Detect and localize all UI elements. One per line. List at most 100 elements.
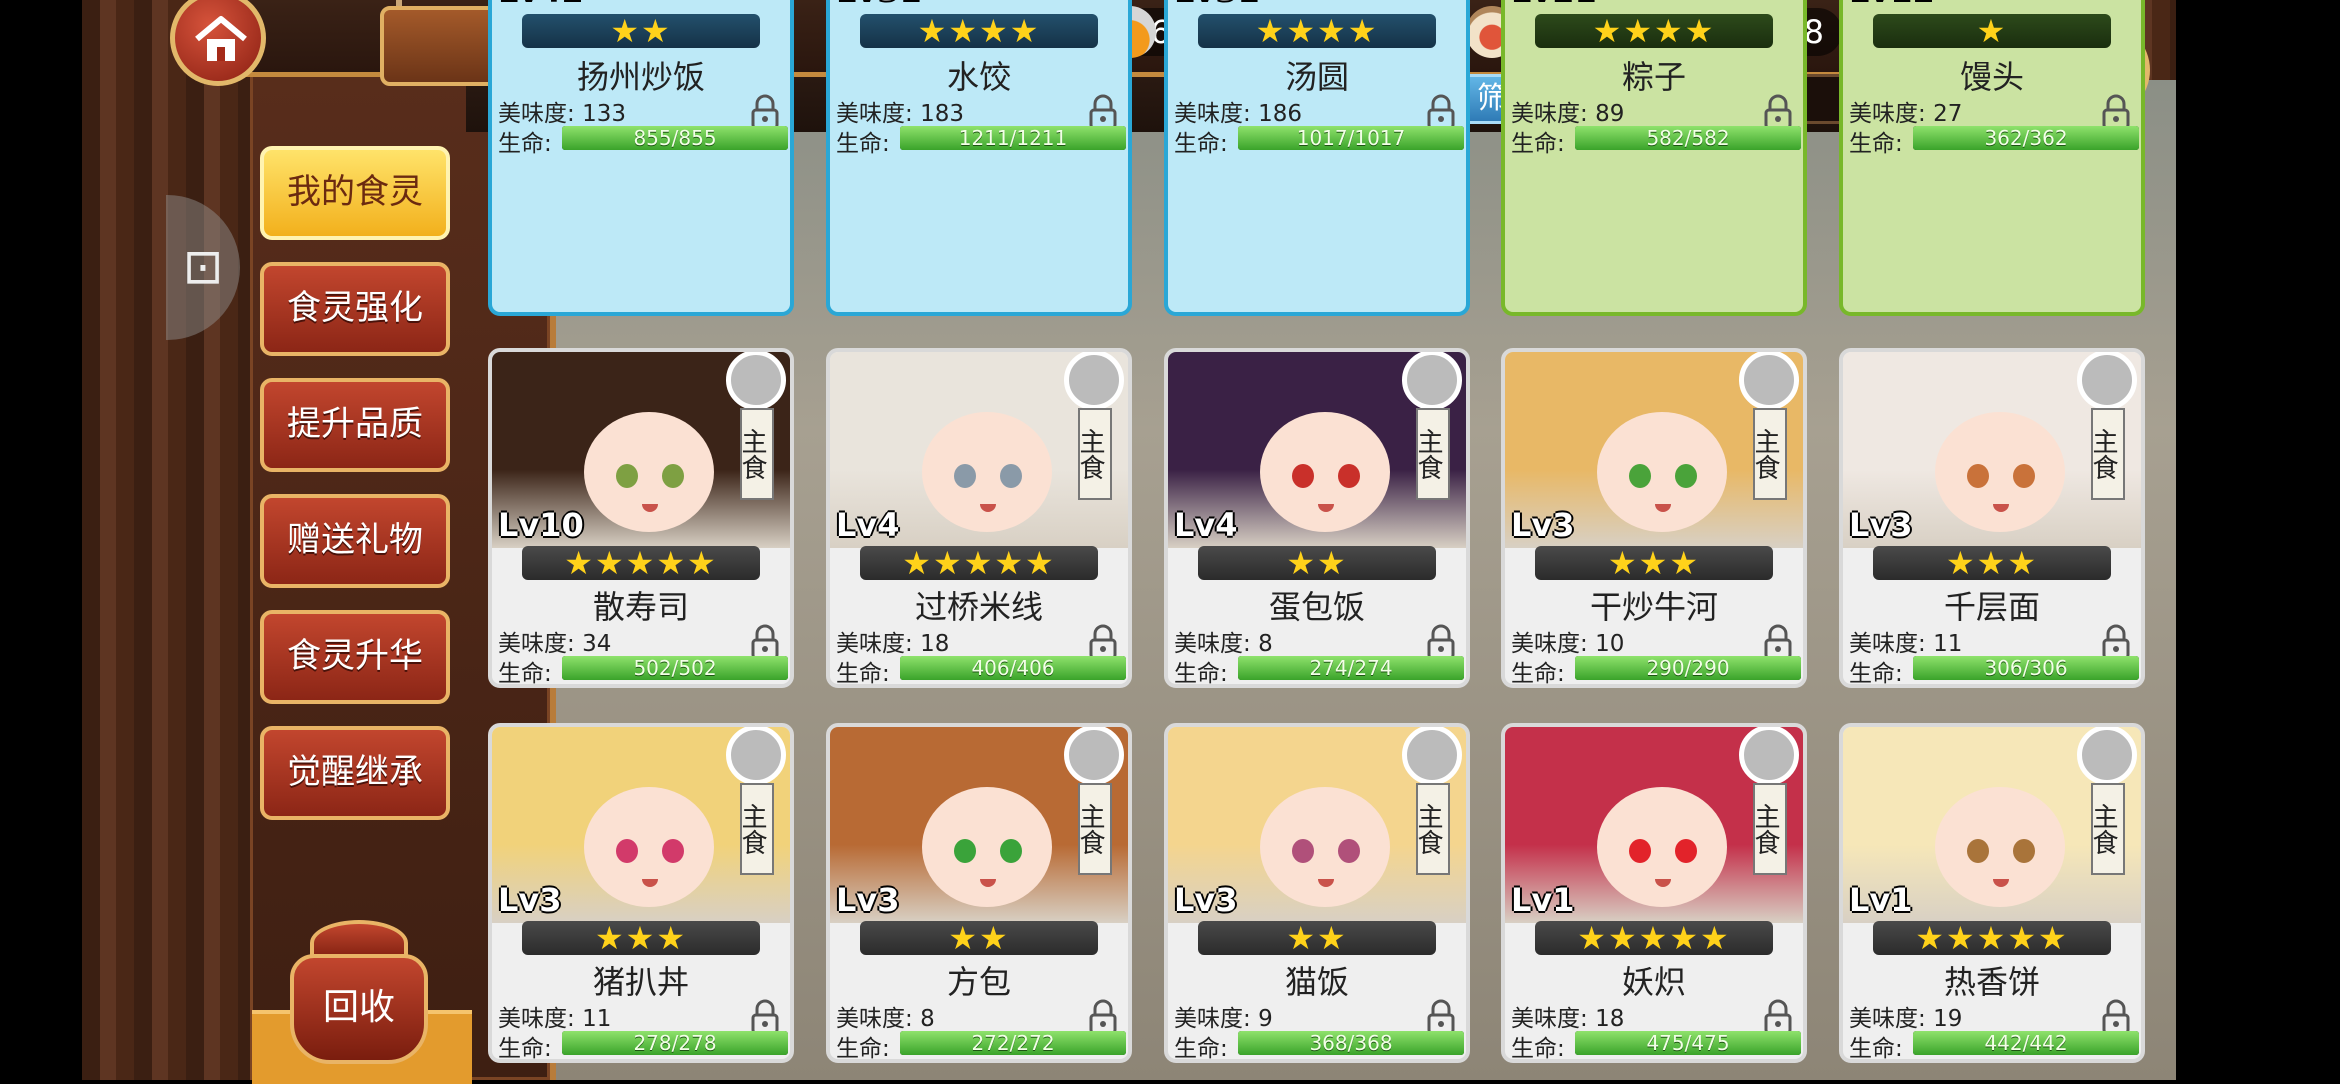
hp-bar: 502/502 (562, 656, 788, 680)
bowl-icon (726, 352, 786, 410)
lock-icon[interactable] (1426, 624, 1456, 660)
hp-value: 306/306 (1984, 656, 2068, 680)
taste-stat: 美味度: 19 (1849, 999, 1962, 1033)
character-card[interactable]: Lv12 ★ 馒头美味度: 27 生命: 362/362 (1839, 0, 2145, 316)
character-level: Lv10 (498, 506, 584, 544)
menu-item-5[interactable]: 食灵升华 (260, 610, 450, 704)
taste-value: 11 (1933, 631, 1963, 657)
character-eye (616, 464, 638, 488)
character-eye (1292, 464, 1314, 488)
character-card[interactable]: Lv42 ★★ 扬州炒饭美味度: 133 生命: 855/855 (488, 0, 794, 316)
lock-icon[interactable] (2101, 999, 2131, 1035)
character-level: Lv3 (1511, 506, 1575, 544)
character-name: 汤圆 (1284, 58, 1349, 96)
hp-label: 生命: (836, 661, 890, 687)
taste-stat: 美味度: 18 (1511, 999, 1624, 1033)
character-card[interactable]: 主食 Lv3 ★★★ 千层面 美味度: 11 生命: 306/306 (1839, 348, 2145, 688)
character-level: Lv42 (498, 0, 584, 8)
menu-item-6[interactable]: 觉醒继承 (260, 726, 450, 820)
lock-icon[interactable] (750, 94, 780, 130)
hp-label: 生命: (1849, 661, 1903, 687)
lock-icon[interactable] (1088, 94, 1118, 130)
character-eye (2013, 839, 2035, 863)
staple-badge: 主食 (1064, 727, 1124, 877)
bowl-icon (1064, 352, 1124, 410)
hp-label: 生命: (1511, 661, 1565, 687)
character-card[interactable]: Lv21 ★★★★ 粽子美味度: 89 生命: 582/582 (1501, 0, 1807, 316)
hp-bar: 1017/1017 (1238, 126, 1464, 150)
character-level: Lv4 (1174, 506, 1238, 544)
taste-stat: 美味度: 10 (1511, 624, 1624, 658)
taste-value: 18 (920, 631, 950, 657)
lock-icon[interactable] (750, 999, 780, 1035)
character-card[interactable]: Lv31 ★★★★ 汤圆美味度: 186 生命: 1017/1017 (1164, 0, 1470, 316)
hp-bar: 406/406 (900, 656, 1126, 680)
hp-value: 475/475 (1646, 1031, 1730, 1055)
character-card[interactable]: 主食 Lv1 ★★★★★ 热香饼 美味度: 19 生命: 442/442 (1839, 723, 2145, 1063)
character-eye (1629, 839, 1651, 863)
home-icon (195, 16, 247, 61)
lock-icon[interactable] (1426, 94, 1456, 130)
lock-icon[interactable] (750, 624, 780, 660)
character-name: 馒头 (1959, 58, 2024, 96)
lock-icon[interactable] (1088, 624, 1118, 660)
menu-item-2[interactable]: 食灵强化 (260, 262, 450, 356)
lock-icon[interactable] (1763, 624, 1793, 660)
character-eye (954, 464, 976, 488)
taste-value: 19 (1933, 1006, 1963, 1032)
staple-tag: 主食 (1750, 408, 1787, 500)
lock-icon[interactable] (2101, 94, 2131, 130)
hp-label: 生命: (836, 131, 890, 157)
character-face (922, 412, 1052, 532)
character-eye (1292, 839, 1314, 863)
staple-tag: 主食 (737, 408, 774, 500)
character-card[interactable]: 主食 Lv4 ★★ 蛋包饭 美味度: 8 生命: 274/274 (1164, 348, 1470, 688)
taste-value: 8 (1258, 631, 1273, 657)
star-rating: ★★★ (1873, 546, 2111, 580)
hp-label: 生命: (498, 131, 552, 157)
hp-bar: 368/368 (1238, 1031, 1464, 1055)
character-name: 过桥米线 (914, 588, 1043, 626)
character-card[interactable]: 主食 Lv4 ★★★★★ 过桥米线 美味度: 18 生命: 406/406 (826, 348, 1132, 688)
character-card[interactable]: 主食 Lv3 ★★★ 猪扒丼 美味度: 11 生命: 278/278 (488, 723, 794, 1063)
taste-stat: 美味度: 8 (836, 999, 935, 1033)
lock-icon[interactable] (1088, 999, 1118, 1035)
star-rating: ★★★ (522, 921, 760, 955)
character-card[interactable]: 主食 Lv3 ★★ 猫饭 美味度: 9 生命: 368/368 (1164, 723, 1470, 1063)
lock-icon[interactable] (2101, 624, 2131, 660)
menu-item-3[interactable]: 提升品质 (260, 378, 450, 472)
hp-bar: 1211/1211 (900, 126, 1126, 150)
character-level: Lv3 (836, 881, 900, 919)
lock-icon[interactable] (1763, 94, 1793, 130)
hp-value: 368/368 (1309, 1031, 1393, 1055)
bowl-icon (726, 727, 786, 785)
lock-icon[interactable] (1763, 999, 1793, 1035)
character-eye (662, 464, 684, 488)
hp-value: 1017/1017 (1296, 126, 1406, 150)
hp-label: 生命: (1511, 131, 1565, 157)
recycle-label: 回收 (290, 954, 428, 1064)
character-card[interactable]: 主食 Lv3 ★★★ 干炒牛河 美味度: 10 生命: 290/290 (1501, 348, 1807, 688)
menu-item-1[interactable]: 我的食灵 (260, 146, 450, 240)
taste-value: 183 (920, 101, 964, 127)
character-card[interactable]: 主食 Lv10 ★★★★★ 散寿司 美味度: 34 生命: 502/502 (488, 348, 794, 688)
character-eye (954, 839, 976, 863)
character-card[interactable]: 主食 Lv3 ★★ 方包 美味度: 8 生命: 272/272 (826, 723, 1132, 1063)
character-eye (1675, 464, 1697, 488)
menu-item-4[interactable]: 赠送礼物 (260, 494, 450, 588)
hp-label: 生命: (836, 1036, 890, 1062)
hp-label: 生命: (498, 661, 552, 687)
character-card[interactable]: Lv31 ★★★★ 水饺美味度: 183 生命: 1211/1211 (826, 0, 1132, 316)
character-card[interactable]: 主食 Lv1 ★★★★★ 妖炽 美味度: 18 生命: 475/475 (1501, 723, 1807, 1063)
staple-badge: 主食 (2077, 727, 2137, 877)
hp-bar: 272/272 (900, 1031, 1126, 1055)
hp-label: 生命: (1174, 131, 1228, 157)
star-rating: ★★ (860, 921, 1098, 955)
hp-bar: 274/274 (1238, 656, 1464, 680)
recycle-button[interactable]: 回收 (290, 920, 428, 1070)
hp-value: 274/274 (1309, 656, 1393, 680)
character-name: 千层面 (1943, 588, 2040, 626)
hp-value: 272/272 (971, 1031, 1055, 1055)
character-name: 热香饼 (1943, 963, 2040, 1001)
lock-icon[interactable] (1426, 999, 1456, 1035)
